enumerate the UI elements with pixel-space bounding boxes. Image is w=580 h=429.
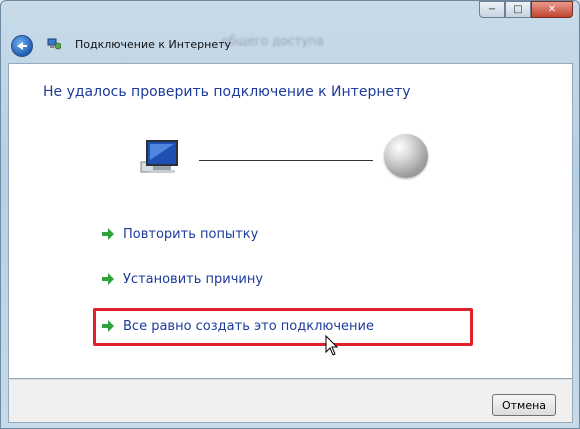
wizard-content: Не удалось проверить подключение к Интер… xyxy=(8,63,573,379)
title-bar: ... общего доступа Подключение к Интерне… xyxy=(1,1,579,63)
green-arrow-icon xyxy=(102,273,114,285)
minimize-button[interactable]: − xyxy=(479,1,505,18)
option-retry[interactable]: Повторить попытку xyxy=(101,222,258,246)
back-button[interactable] xyxy=(11,35,33,57)
page-title: Не удалось проверить подключение к Интер… xyxy=(43,84,411,100)
globe-icon xyxy=(384,134,428,178)
highlight-box xyxy=(93,308,473,346)
computer-icon xyxy=(140,140,178,173)
option-label: Повторить попытку xyxy=(123,226,259,242)
green-arrow-icon xyxy=(102,228,114,240)
option-label: Установить причину xyxy=(123,271,264,287)
wizard-window: ... общего доступа Подключение к Интерне… xyxy=(0,0,580,429)
connection-line xyxy=(199,160,373,161)
window-controls: − □ ✕ xyxy=(479,1,573,19)
option-diagnose[interactable]: Установить причину xyxy=(101,267,263,291)
connection-diagram xyxy=(137,134,437,184)
close-button[interactable]: ✕ xyxy=(531,1,573,18)
mouse-cursor-icon xyxy=(325,335,339,356)
footer-bar: Отмена xyxy=(8,379,573,423)
maximize-button[interactable]: □ xyxy=(505,1,531,18)
cancel-button[interactable]: Отмена xyxy=(492,394,556,416)
network-wizard-icon xyxy=(47,38,61,50)
window-title: Подключение к Интернету xyxy=(75,38,232,51)
